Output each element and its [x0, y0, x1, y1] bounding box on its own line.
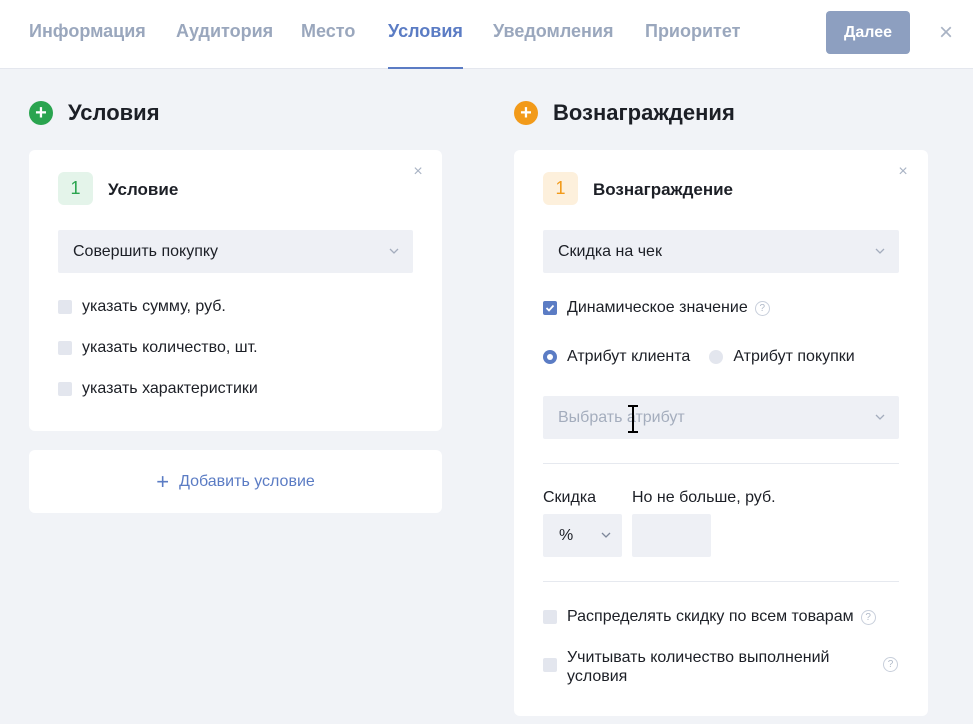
- add-condition-plus-icon[interactable]: +: [29, 101, 53, 125]
- option-quantity-label: указать количество, шт.: [82, 339, 258, 356]
- tab-information[interactable]: Информация: [29, 21, 146, 42]
- condition-card: 1 Условие × Совершить покупку указать су…: [29, 150, 442, 431]
- condition-card-title: Условие: [108, 180, 179, 199]
- dynamic-value-checkbox[interactable]: [543, 301, 557, 315]
- discount-label: Скидка: [543, 489, 597, 506]
- max-amount-input[interactable]: [632, 514, 711, 557]
- divider: [543, 581, 899, 582]
- help-icon[interactable]: ?: [754, 300, 770, 316]
- tab-notifications[interactable]: Уведомления: [493, 21, 614, 42]
- attribute-source-radio-group: Атрибут клиента Атрибут покупки: [543, 348, 855, 366]
- condition-type-value: Совершить покупку: [73, 242, 219, 260]
- discount-unit-value: %: [559, 526, 574, 544]
- tab-conditions[interactable]: Условия: [388, 21, 463, 42]
- reward-type-select[interactable]: Скидка на чек: [543, 230, 899, 273]
- count-executions-checkbox[interactable]: [543, 658, 557, 672]
- chevron-down-icon: [389, 248, 399, 254]
- tab-place[interactable]: Место: [301, 21, 355, 42]
- dynamic-value-label: Динамическое значение: [567, 299, 748, 316]
- next-button[interactable]: Далее: [826, 11, 910, 54]
- conditions-section-header: + Условия: [29, 100, 160, 126]
- distribute-discount-checkbox[interactable]: [543, 610, 557, 624]
- count-executions-label: Учитывать количество выполнений условия: [567, 648, 829, 686]
- client-attribute-radio[interactable]: [543, 350, 557, 364]
- top-navigation-bar: Информация Аудитория Место Условия Уведо…: [0, 0, 973, 69]
- plus-icon: +: [156, 468, 170, 494]
- attribute-placeholder: Выбрать атрибут: [558, 408, 685, 426]
- condition-number-badge: 1: [58, 172, 93, 205]
- purchase-attribute-label: Атрибут покупки: [733, 348, 855, 365]
- option-quantity-row[interactable]: указать количество, шт.: [58, 339, 258, 357]
- chevron-down-icon: [875, 248, 885, 254]
- client-attribute-label: Атрибут клиента: [567, 348, 691, 365]
- divider: [543, 463, 899, 464]
- chevron-down-icon: [875, 414, 885, 420]
- reward-number-badge: 1: [543, 172, 578, 205]
- option-sum-checkbox[interactable]: [58, 300, 72, 314]
- remove-reward-icon[interactable]: ×: [895, 163, 911, 180]
- add-condition-button[interactable]: + Добавить условие: [29, 450, 442, 513]
- distribute-discount-label: Распределять скидку по всем товарам: [567, 608, 854, 625]
- option-characteristics-checkbox[interactable]: [58, 382, 72, 396]
- rewards-section-title: Вознаграждения: [553, 100, 735, 125]
- checkmark-icon: [545, 304, 555, 312]
- condition-type-select[interactable]: Совершить покупку: [58, 230, 413, 273]
- rewards-section-header: + Вознаграждения: [514, 100, 735, 126]
- option-characteristics-row[interactable]: указать характеристики: [58, 380, 258, 398]
- chevron-down-icon: [601, 532, 611, 538]
- attribute-select[interactable]: Выбрать атрибут: [543, 396, 899, 439]
- count-executions-label-line2: условия: [567, 668, 628, 685]
- reward-card-title: Вознаграждение: [593, 180, 734, 199]
- reward-type-value: Скидка на чек: [558, 242, 662, 260]
- reward-card: 1 Вознаграждение × Скидка на чек Динамич…: [514, 150, 928, 716]
- text-cursor-icon: [628, 405, 638, 433]
- option-characteristics-label: указать характеристики: [82, 380, 258, 397]
- conditions-section-title: Условия: [68, 100, 160, 125]
- option-quantity-checkbox[interactable]: [58, 341, 72, 355]
- remove-condition-icon[interactable]: ×: [410, 163, 426, 180]
- count-executions-row[interactable]: Учитывать количество выполнений условия …: [543, 648, 899, 688]
- option-sum-label: указать сумму, руб.: [82, 298, 226, 315]
- max-amount-label: Но не больше, руб.: [632, 489, 776, 506]
- purchase-attribute-radio[interactable]: [709, 350, 724, 364]
- active-tab-indicator: [388, 67, 463, 69]
- discount-unit-select[interactable]: %: [543, 514, 622, 557]
- dynamic-value-row[interactable]: Динамическое значение ?: [543, 299, 770, 317]
- count-executions-label-line1: Учитывать количество выполнений: [567, 649, 830, 666]
- help-icon[interactable]: ?: [883, 657, 898, 672]
- tab-audience[interactable]: Аудитория: [176, 21, 273, 42]
- tab-priority[interactable]: Приоритет: [645, 21, 740, 42]
- add-reward-plus-icon[interactable]: +: [514, 101, 538, 125]
- distribute-discount-row[interactable]: Распределять скидку по всем товарам ?: [543, 608, 876, 626]
- close-dialog-icon[interactable]: ×: [935, 19, 957, 46]
- option-sum-row[interactable]: указать сумму, руб.: [58, 298, 226, 316]
- add-condition-label: Добавить условие: [179, 472, 315, 490]
- help-icon[interactable]: ?: [860, 609, 876, 625]
